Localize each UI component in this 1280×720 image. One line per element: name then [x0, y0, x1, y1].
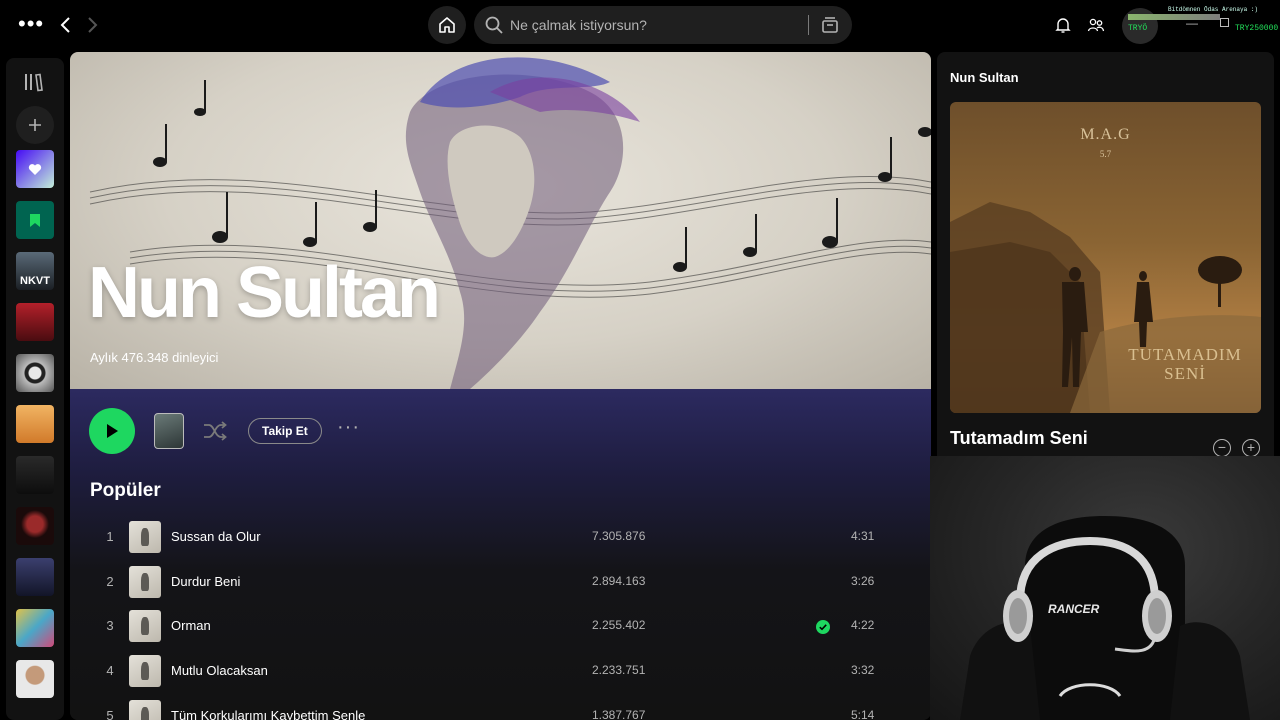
track-title[interactable]: Tüm Korkularımı Kaybettim Senle [171, 708, 365, 720]
search-divider [808, 15, 809, 35]
forward-arrow-icon[interactable] [82, 14, 102, 38]
back-arrow-icon[interactable] [56, 14, 76, 38]
track-title[interactable]: Sussan da Olur [171, 529, 261, 544]
saved-check-icon[interactable] [816, 620, 830, 634]
follow-button[interactable]: Takip Et [248, 418, 322, 444]
library-tile-saved-episodes[interactable] [16, 201, 54, 239]
notifications-bell-icon[interactable] [1055, 16, 1071, 34]
track-duration: 3:26 [851, 574, 875, 588]
now-playing-song-title[interactable]: Tutamadım Seni [950, 428, 1088, 449]
track-number: 5 [106, 708, 114, 720]
create-playlist-button[interactable] [16, 106, 54, 144]
track-play-count: 1.387.767 [592, 708, 646, 720]
artist-page: Nun Sultan Aylık 476.348 dinleyici Takip… [70, 52, 931, 720]
stream-progress-bar [1128, 14, 1220, 20]
library-sidebar: NKVT [6, 58, 64, 720]
library-tile-nkvt[interactable]: NKVT [16, 252, 54, 290]
library-tile-album-orange[interactable] [16, 405, 54, 443]
webcam-overlay: RANCER [930, 456, 1280, 720]
menu-dots-icon[interactable]: ••• [18, 13, 44, 35]
bookmark-icon [30, 213, 40, 227]
library-tile-album-colorful[interactable] [16, 609, 54, 647]
track-row[interactable]: 3 Orman 2.255.402 4:22 [70, 605, 931, 649]
track-duration: 3:32 [851, 663, 875, 677]
browse-icon [822, 17, 838, 33]
track-duration: 4:22 [851, 618, 875, 632]
stream-overlay-code-right: TRY250000 [1235, 24, 1279, 33]
track-number: 2 [106, 574, 114, 589]
track-duration: 5:14 [851, 708, 875, 720]
top-bar: ••• Bitdömnen Ödas Arenaya :) TRYÖ — TRY… [0, 0, 1280, 52]
track-play-count: 7.305.876 [592, 529, 646, 543]
stream-overlay-text: Bitdömnen Ödas Arenaya :) [1168, 6, 1259, 13]
track-duration: 4:31 [851, 529, 875, 543]
play-icon [107, 424, 118, 438]
track-title[interactable]: Orman [171, 618, 211, 633]
search-bar[interactable] [474, 6, 852, 44]
library-tile-album-blue[interactable] [16, 558, 54, 596]
track-cover [129, 655, 161, 687]
chair-brand-text: RANCER [1048, 602, 1100, 616]
search-input[interactable] [510, 6, 790, 44]
track-cover [129, 521, 161, 553]
popular-heading: Popüler [90, 480, 161, 501]
library-tile-liked-songs[interactable] [16, 150, 54, 188]
search-icon [485, 16, 503, 34]
track-play-count: 2.255.402 [592, 618, 646, 632]
play-button[interactable] [89, 408, 135, 454]
library-tile-album-eye[interactable] [16, 354, 54, 392]
track-number: 1 [106, 529, 114, 544]
track-cover [129, 610, 161, 642]
track-title[interactable]: Mutlu Olacaksan [171, 663, 268, 678]
now-playing-album-cover[interactable]: M.A.G 5.7 TUTAMADIM SENİ [950, 102, 1261, 413]
shuffle-icon[interactable] [202, 420, 228, 442]
artist-hero-banner: Nun Sultan Aylık 476.348 dinleyici [70, 52, 931, 389]
album-cover-title: TUTAMADIM SENİ [1128, 345, 1242, 383]
music-notes-illustration [89, 57, 931, 389]
add-to-playlist-icon[interactable]: + [1242, 439, 1260, 457]
track-row[interactable]: 5 Tüm Korkularımı Kaybettim Senle 1.387.… [70, 695, 931, 720]
remove-from-queue-icon[interactable]: − [1213, 439, 1231, 457]
library-tile-album-skull[interactable] [16, 507, 54, 545]
more-options-icon[interactable]: ··· [337, 416, 360, 439]
track-title[interactable]: Durdur Beni [171, 574, 240, 589]
artist-name-heading: Nun Sultan [88, 253, 441, 333]
library-tile-artist-portrait[interactable] [16, 660, 54, 698]
track-number: 3 [106, 618, 114, 633]
album-artist-text: M.A.G [1080, 126, 1131, 143]
monthly-listeners: Aylık 476.348 dinleyici [90, 350, 219, 365]
now-playing-panel-title[interactable]: Nun Sultan [950, 70, 1019, 85]
home-button[interactable] [428, 6, 466, 44]
library-tile-album-dark[interactable] [16, 456, 54, 494]
album-sub-text: 5.7 [1099, 149, 1112, 159]
track-number: 4 [106, 663, 114, 678]
maximize-window-icon[interactable] [1220, 18, 1229, 27]
heart-icon [28, 163, 42, 175]
stream-overlay-code-left: TRYÖ [1128, 24, 1148, 33]
library-icon[interactable] [23, 72, 45, 92]
gaming-chair-headphones-image [960, 516, 1250, 720]
friend-activity-icon[interactable] [1087, 16, 1105, 34]
track-row[interactable]: 4 Mutlu Olacaksan 2.233.751 3:32 [70, 650, 931, 694]
track-row[interactable]: 1 Sussan da Olur 7.305.876 4:31 [70, 516, 931, 560]
track-play-count: 2.233.751 [592, 663, 646, 677]
minimize-window-icon[interactable]: — [1186, 16, 1198, 30]
artist-pick-thumbnail[interactable] [154, 413, 184, 449]
track-row[interactable]: 2 Durdur Beni 2.894.163 3:26 [70, 561, 931, 605]
library-tile-album-red[interactable] [16, 303, 54, 341]
track-cover [129, 566, 161, 598]
track-play-count: 2.894.163 [592, 574, 646, 588]
track-cover [129, 700, 161, 720]
home-icon [439, 17, 455, 33]
plus-icon [29, 119, 41, 131]
tile-nkvt-label: NKVT [20, 275, 50, 287]
